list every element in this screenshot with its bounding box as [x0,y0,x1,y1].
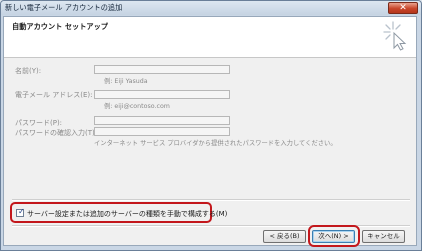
name-hint: 例: Eiji Yasuda [104,78,148,85]
window-title: 新しい電子メール アカウントの追加 [5,3,123,12]
separator [12,199,410,201]
password-confirm-label: パスワードの確認入力(T): [15,129,98,137]
manual-config-checkbox[interactable]: ✓ [16,207,25,217]
check-icon: ✓ [18,207,25,216]
name-field[interactable] [94,65,230,74]
email-label: 電子メール アドレス(E): [15,91,93,99]
dialog-content: 自動アカウント セットアップ 名前(Y): 例: Eiji Yasuda 電子メ… [3,16,417,247]
page-title: 自動アカウント セットアップ [12,22,108,31]
password-confirm-field[interactable] [94,127,230,136]
header-band: 自動アカウント セットアップ [4,17,416,58]
close-icon: ✕ [399,3,407,13]
cancel-button[interactable]: キャンセル [362,230,405,243]
name-label: 名前(Y): [15,67,42,75]
email-hint: 例: eiji@contoso.com [104,103,170,110]
dialog-window: 新しい電子メール アカウントの追加 ✕ 自動アカウント セットアップ 名前(Y)… [0,0,422,251]
password-field[interactable] [94,116,230,125]
next-button[interactable]: 次へ(N) > [312,230,355,243]
password-hint: インターネット サービス プロバイダから提供されたパスワードを入力してください。 [94,140,337,147]
back-button[interactable]: < 戻る(B) [263,230,306,243]
email-field[interactable] [94,90,230,99]
close-button[interactable]: ✕ [388,2,418,14]
password-label: パスワード(P): [15,119,63,127]
cursor-sparkle-icon [383,21,407,51]
manual-config-label[interactable]: サーバー設定または追加のサーバーの種類を手動で構成する(M) [27,209,227,219]
title-bar[interactable]: 新しい電子メール アカウントの追加 ✕ [1,1,421,15]
